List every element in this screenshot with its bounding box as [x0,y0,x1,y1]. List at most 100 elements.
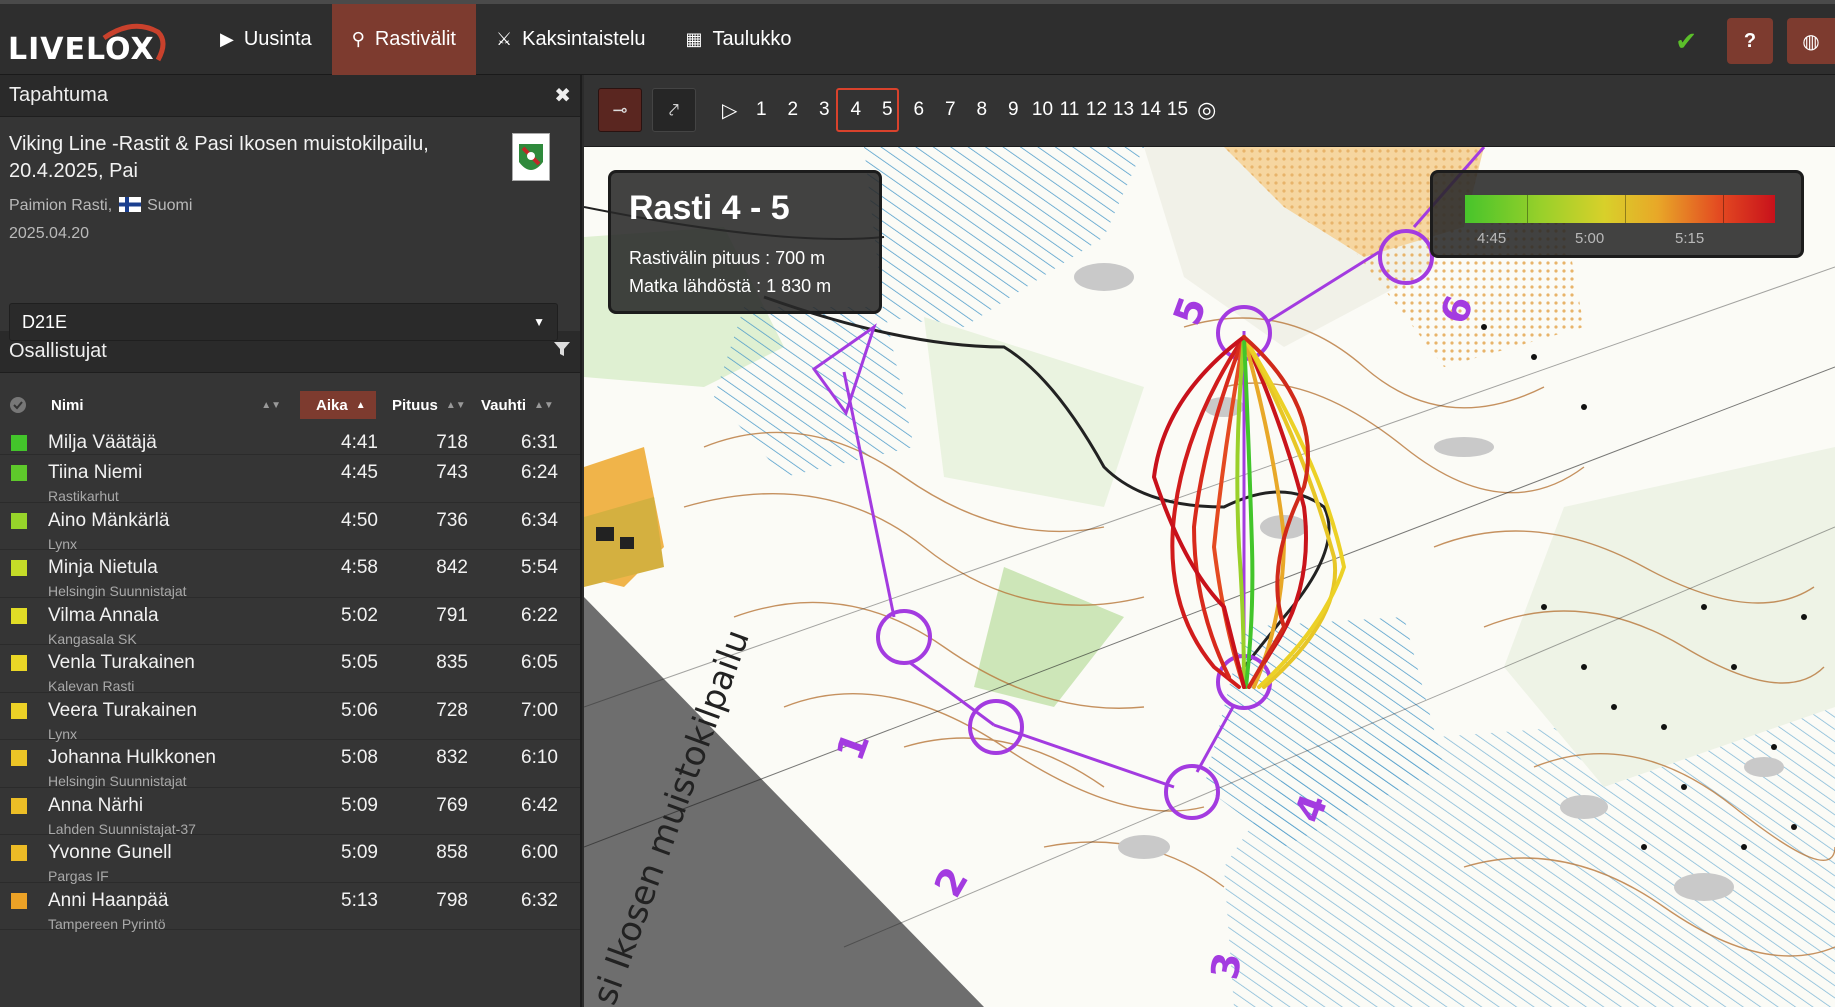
top-right-tools: ✔ ? ◍ [1675,18,1835,64]
participant-row[interactable]: Anni Haanpää Tampereen Pyrintö 5:13 798 6:32 [0,883,580,932]
leg-item-15[interactable]: 15 [1164,99,1191,121]
participant-length: 736 [436,509,468,531]
participant-name: Anni Haanpää [48,889,169,911]
participant-name: Minja Nietula [48,557,158,578]
leg-item-7[interactable]: 7 [935,99,967,121]
col-name-label: Nimi [51,396,84,414]
livelox-logo[interactable]: LIVELOX [8,18,168,67]
check-circle-icon [10,397,26,413]
participant-pace: 5:54 [521,557,558,578]
col-pace[interactable]: Vauhti ▲▼ [481,391,554,419]
route-line-icon: ⤤ [668,99,680,120]
participant-color-swatch[interactable] [11,435,27,451]
participant-color-swatch[interactable] [11,655,27,671]
leg-item-1[interactable]: 1 [746,99,778,121]
class-select[interactable]: D21E ▼ [9,303,558,341]
settings-button[interactable]: ◍ [1787,18,1835,64]
help-button[interactable]: ? [1727,18,1773,64]
participant-row[interactable]: Aino Mänkärlä Lynx 4:50 736 6:34 [0,503,580,552]
event-title: Viking Line -Rastit & Pasi Ikosen muisto… [9,133,429,182]
leg-item-9[interactable]: 9 [998,99,1030,121]
col-length[interactable]: Pituus ▲▼ [392,391,466,419]
col-name[interactable]: Nimi ▲▼ [51,391,281,419]
tail-length-button[interactable]: ⊸ [598,88,642,132]
participants-list: Milja Väätäjä 4:41 718 6:31 Tiina Niemi Rasti… [0,425,580,932]
close-icon[interactable]: ✖ [554,83,571,108]
participant-row[interactable]: Veera Turakainen Lynx 5:06 728 7:00 [0,693,580,742]
nav-rastivalit[interactable]: ⚲ Rastivälit [331,4,476,75]
participant-row[interactable]: Yvonne Gunell Pargas IF 5:09 858 6:00 [0,835,580,884]
participant-color-swatch[interactable] [11,512,27,529]
leg-item-8[interactable]: 8 [966,99,998,121]
event-organizer: Paimion Rasti, Suomi [9,197,571,215]
participant-color-swatch[interactable] [11,465,27,481]
participant-time: 5:05 [341,652,378,673]
participant-length: 832 [436,747,468,768]
participant-color-swatch[interactable] [11,750,27,766]
participant-row[interactable]: Milja Väätäjä 4:41 718 6:31 [0,425,580,455]
participant-color-swatch[interactable] [11,702,27,719]
nav-uusinta[interactable]: ▶ Uusinta [200,4,332,75]
col-time[interactable]: Aika ▲ [300,391,376,419]
event-info: Viking Line -Rastit & Pasi Ikosen muisto… [0,117,580,341]
participant-row[interactable]: Anna Närhi Lahden Suunnistajat-37 5:09 769 6… [0,788,580,837]
participant-row[interactable]: Venla Turakainen Kalevan Rasti 5:05 835 6:05 [0,645,580,694]
finland-flag-icon [118,197,141,212]
leg-item-14[interactable]: 14 [1137,99,1164,121]
participant-length: 798 [436,889,468,911]
participants-table-header: Nimi ▲▼ Aika ▲ Pituus ▲▼ Vauhti ▲▼ [0,373,580,425]
participant-color-swatch[interactable] [11,560,27,576]
participant-pace: 6:10 [521,747,558,768]
participant-length: 718 [436,432,468,453]
participant-row[interactable]: Vilma Annala Kangasala SK 5:02 791 6:22 [0,598,580,647]
participant-row[interactable]: Tiina Niemi Rastikarhut 4:45 743 6:24 [0,455,580,504]
finish-circle-icon[interactable]: ◎ [1191,97,1223,123]
participant-name: Tiina Niemi [48,462,143,483]
participant-time: 5:08 [341,747,378,768]
event-panel-header: Tapahtuma ✖ [0,75,580,117]
nav-taulukko[interactable]: ▦ Taulukko [666,4,812,75]
participant-color-swatch[interactable] [11,845,27,861]
organizer-name: Paimion Rasti, [9,197,113,214]
participant-color-swatch[interactable] [11,607,27,624]
route-mode-button[interactable]: ⤤ [652,88,696,132]
participant-time: 5:02 [341,604,378,626]
leg-item-12[interactable]: 12 [1083,99,1110,121]
swords-icon: ⚔ [495,29,513,49]
leg-item-6[interactable]: 6 [903,99,935,121]
participant-row[interactable]: Minja Nietula Helsingin Suunnistajat 4:58 8… [0,550,580,599]
route-icon: ⚲ [351,29,365,49]
nav-kaksintaistelu[interactable]: ⚔ Kaksintaistelu [476,4,666,75]
leg-info-title: Rasti 4 - 5 [629,189,790,227]
leg-item-11[interactable]: 11 [1056,99,1083,121]
nav-taulukko-label: Taulukko [712,28,792,50]
participant-time: 5:09 [341,794,378,816]
filter-icon[interactable] [553,341,571,362]
participant-color-swatch[interactable] [11,892,27,909]
leg-item-2[interactable]: 2 [777,99,809,121]
participant-name: Veera Turakainen [48,699,197,721]
participant-length: 728 [436,699,468,721]
leg-list: 1 2 3 4 5 6 7 8 9 10 11 12 13 14 15 [746,99,1192,121]
participant-time: 5:06 [341,699,378,721]
sort-asc-icon: ▲ [355,399,366,411]
scale-label: 4:45 [1477,230,1507,247]
participant-length: 743 [436,462,468,483]
participants-title: Osallistujat [9,340,107,362]
participant-name: Johanna Hulkkonen [48,747,216,768]
nav-kaksintaistelu-label: Kaksintaistelu [522,28,646,50]
leg-item-10[interactable]: 10 [1029,99,1056,121]
leg-item-13[interactable]: 13 [1110,99,1137,121]
chevron-down-icon: ▼ [533,315,545,329]
sort-arrows-icon: ▲▼ [534,399,554,411]
participant-name: Yvonne Gunell [48,842,172,863]
participant-row[interactable]: Johanna Hulkkonen Helsingin Suunnistajat 5… [0,740,580,789]
participant-time: 5:09 [341,842,378,863]
participant-name: Aino Mänkärlä [48,509,170,531]
participant-color-swatch[interactable] [11,797,27,814]
start-triangle-icon[interactable]: ▷ [714,98,746,123]
scale-tick [1527,195,1528,223]
select-all-checkbox[interactable] [9,391,27,419]
club-crest-icon [519,144,543,170]
status-check-icon[interactable]: ✔ [1675,26,1697,57]
